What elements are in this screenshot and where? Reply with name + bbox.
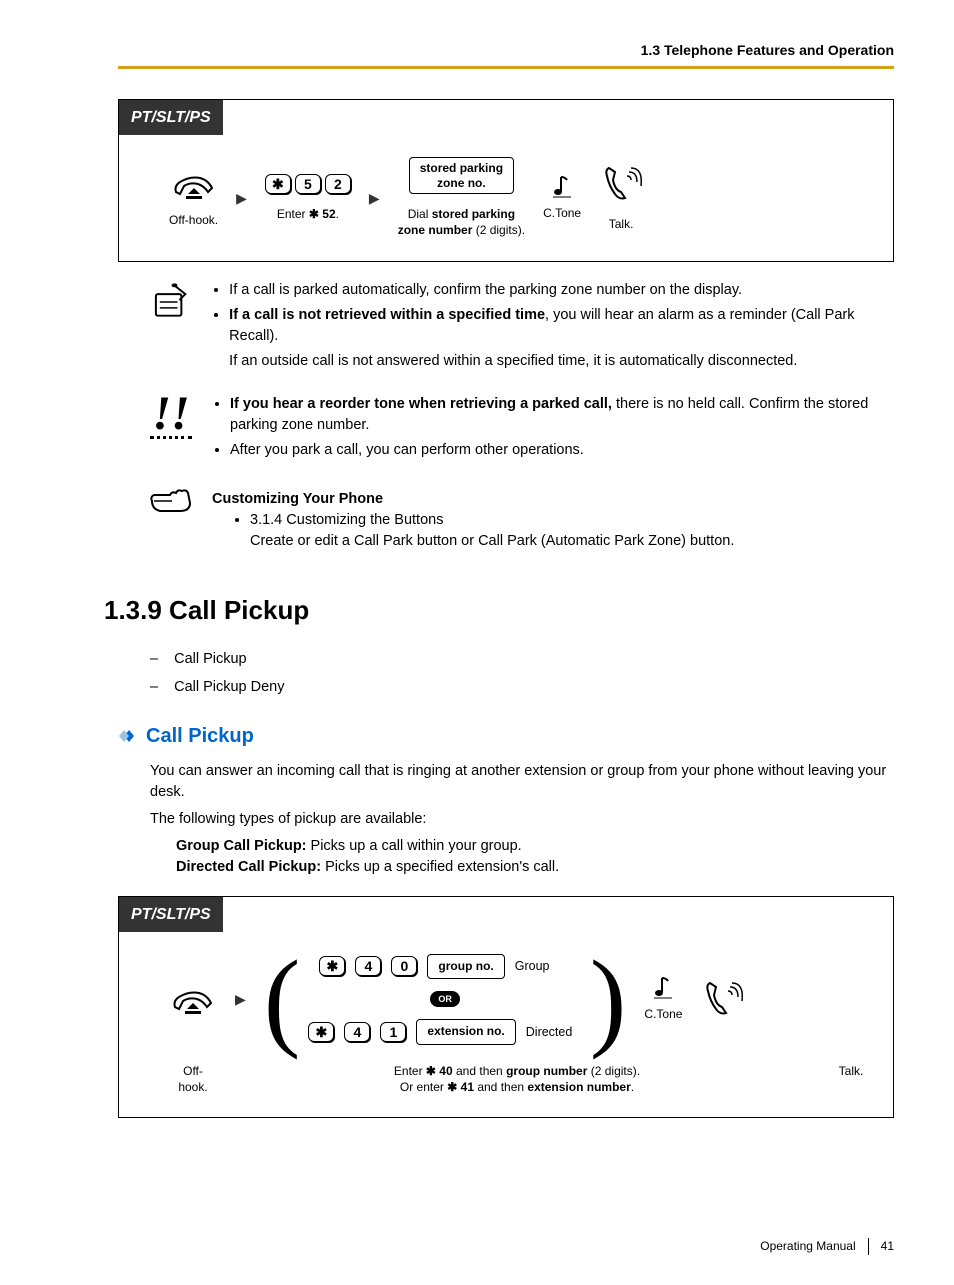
music-note-icon [650, 974, 676, 1000]
arrow-icon: ▶ [369, 188, 380, 208]
box-title: PT/SLT/PS [119, 100, 223, 135]
box-title: PT/SLT/PS [119, 897, 223, 932]
body-paragraph: You can answer an incoming call that is … [150, 761, 894, 803]
input-ext-no: extension no. [416, 1019, 515, 1044]
step-offhook: Off-hook. [169, 168, 218, 228]
or-badge: OR [430, 991, 460, 1007]
arrow-icon: ▶ [235, 989, 246, 1009]
note-item: After you park a call, you can perform o… [230, 440, 894, 461]
note-block-1: If a call is parked automatically, confi… [150, 280, 894, 372]
procedure-box-pickup: PT/SLT/PS ▶ ( ✱ 4 0 grou [118, 896, 894, 1118]
note-item: If a call is parked automatically, confi… [229, 280, 894, 301]
pickup-type: Group Call Pickup: Picks up a call withi… [176, 836, 894, 857]
header-rule [118, 66, 894, 69]
alt-label-directed: Directed [526, 1023, 582, 1041]
page-header: 1.3 Telephone Features and Operation [90, 40, 894, 60]
note-item: If you hear a reorder tone when retrievi… [230, 394, 894, 436]
key-star: ✱ [319, 956, 345, 976]
note-item: If a call is not retrieved within a spec… [229, 305, 894, 347]
alt-label-group: Group [515, 957, 571, 975]
customizing-item: 3.1.4 Customizing the Buttons Create or … [250, 510, 734, 552]
exclaim-icon: !! [150, 394, 192, 439]
key-0: 0 [391, 956, 417, 976]
hand-point-icon [150, 487, 194, 515]
alternative-group: ( ✱ 4 0 group no. Group OR ✱ 4 1 extensi [264, 954, 627, 1045]
note-icon [150, 280, 191, 322]
step-dial-zone: stored parking zone no. Dial stored park… [398, 157, 525, 238]
diamond-bullet-icon [118, 727, 140, 745]
toc-item: Call Pickup [150, 649, 894, 670]
step-enter-52: ✱ 5 2 Enter ✱ 52. [265, 174, 351, 222]
customizing-title: Customizing Your Phone [212, 489, 734, 510]
step-ctone: C.Tone [644, 974, 682, 1023]
key-4: 4 [355, 956, 381, 976]
toc-item: Call Pickup Deny [150, 677, 894, 698]
procedure-box-park-retrieve: PT/SLT/PS Off-hook. ▶ ✱ 5 2 Enter ✱ [118, 99, 894, 261]
step-talk: Talk. [599, 164, 643, 232]
input-group-no: group no. [427, 954, 504, 979]
key-5: 5 [295, 174, 321, 194]
handset-talk-icon [700, 979, 744, 1019]
step-talk [700, 979, 744, 1019]
pickup-type: Directed Call Pickup: Picks up a specifi… [176, 857, 894, 878]
note-block-2: !! If you hear a reorder tone when retri… [150, 394, 894, 465]
arrow-icon: ▶ [236, 188, 247, 208]
note-text: If an outside call is not answered withi… [229, 351, 894, 372]
key-2: 2 [325, 174, 351, 194]
step-offhook [169, 983, 217, 1015]
section-heading: 1.3.9 Call Pickup [104, 592, 894, 630]
customizing-block: Customizing Your Phone 3.1.4 Customizing… [150, 487, 894, 552]
key-1: 1 [380, 1022, 406, 1042]
subsection-heading: Call Pickup [118, 722, 894, 751]
step-ctone: C.Tone [543, 173, 581, 222]
footer-doc-title: Operating Manual [760, 1238, 855, 1255]
key-4: 4 [344, 1022, 370, 1042]
key-star: ✱ [265, 174, 291, 194]
body-paragraph: The following types of pickup are availa… [150, 809, 894, 830]
key-star: ✱ [308, 1022, 334, 1042]
phone-offhook-icon [169, 983, 217, 1015]
handset-talk-icon [599, 164, 643, 204]
page-footer: Operating Manual 41 [90, 1238, 894, 1255]
section-toc: Call Pickup Call Pickup Deny [150, 649, 894, 697]
music-note-icon [549, 173, 575, 199]
page-number: 41 [868, 1238, 894, 1255]
phone-offhook-icon [170, 168, 218, 200]
